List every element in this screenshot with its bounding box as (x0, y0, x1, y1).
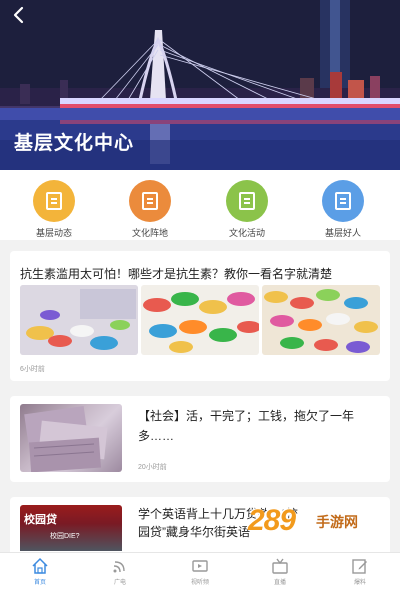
tab-video[interactable]: 视听频 (170, 557, 230, 586)
thumb-subtext: 校园DIE? (50, 533, 80, 540)
category-item-venues[interactable]: 文化阵地 (115, 180, 185, 239)
feed-item-multi-image[interactable]: 抗生素滥用太可怕！哪些才是抗生素？教你一看名字就清楚 6小时前 (10, 251, 390, 381)
tab-broadcast[interactable]: 广电 (90, 557, 150, 586)
feed-item-time: 20小时前 (138, 464, 167, 471)
pills-image (20, 285, 138, 355)
feed-item-title: 抗生素滥用太可怕！哪些才是抗生素？教你一看名字就清楚 (20, 267, 333, 281)
tab-label: 视听频 (190, 580, 209, 586)
category-item-activities[interactable]: 文化活动 (212, 180, 282, 239)
category-label: 文化活动 (228, 228, 265, 238)
tab-label: 爆料 (353, 580, 366, 586)
feed-item-time: 6小时前 (20, 366, 45, 373)
tab-label: 首页 (33, 580, 46, 586)
category-item-news[interactable]: 基层动态 (19, 180, 89, 239)
money-image (20, 404, 122, 472)
tab-label: 广电 (113, 580, 126, 586)
watermark-logo: 289 手游网 (240, 498, 390, 558)
pills-image (262, 285, 380, 355)
watermark-text: 手游网 (314, 512, 360, 532)
live-icon (272, 558, 288, 574)
home-icon (32, 557, 48, 574)
document-icon (33, 180, 75, 222)
category-label: 基层好人 (324, 228, 361, 238)
chevron-left-icon[interactable] (8, 4, 30, 26)
watermark-number: 289 (248, 504, 296, 537)
edit-icon (352, 559, 367, 574)
campus-loan-image: 校园贷 校园DIE? (20, 505, 122, 551)
feed-item[interactable]: 【社会】活，干完了；工钱，拖欠了一年多…… 20小时前 (10, 396, 390, 482)
category-grid: 基层动态 文化阵地 文化活动 基层好人 (0, 170, 400, 240)
tab-live[interactable]: 直播 (250, 557, 310, 586)
pills-image (141, 285, 259, 355)
thumb-text: 校园贷 (24, 514, 57, 526)
category-label: 基层动态 (35, 228, 72, 238)
satellite-icon (113, 561, 125, 573)
category-label: 文化阵地 (131, 228, 168, 238)
tab-report[interactable]: 爆料 (330, 557, 390, 586)
tab-home[interactable]: 首页 (10, 557, 70, 586)
bottom-nav: 首页 广电 视听频 直播 爆料 (0, 552, 400, 592)
document-icon (129, 180, 171, 222)
document-icon (322, 180, 364, 222)
document-icon (226, 180, 268, 222)
video-icon (192, 560, 208, 572)
feed-item-title: 【社会】活，干完了；工钱，拖欠了一年多…… (138, 409, 355, 443)
page-title: 基层文化中心 (14, 133, 135, 154)
category-item-good-people[interactable]: 基层好人 (308, 180, 378, 239)
tab-label: 直播 (273, 580, 286, 586)
hero-banner: 基层文化中心 (0, 0, 400, 170)
